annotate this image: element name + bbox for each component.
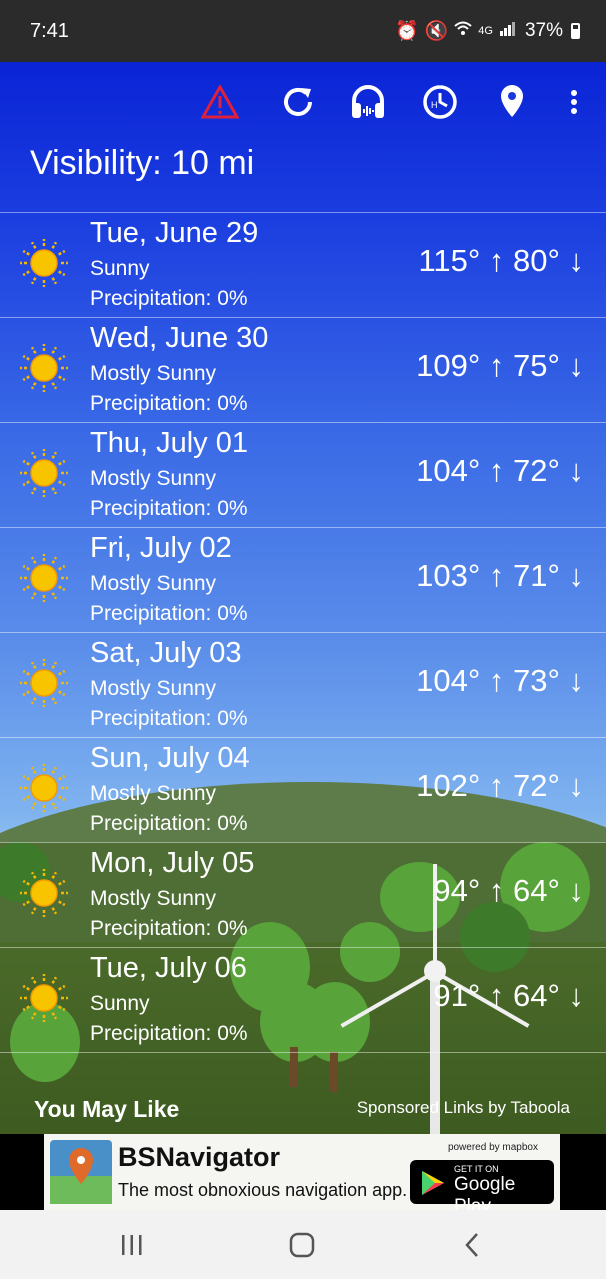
forecast-temps: 103° ↑ 71° ↓: [416, 558, 584, 593]
forecast-row[interactable]: Tue, July 06 Sunny Precipitation: 0% 91° ↑ …: [0, 948, 606, 1053]
more-vert-icon[interactable]: [552, 80, 596, 124]
forecast-temps: 109° ↑ 75° ↓: [416, 348, 584, 383]
forecast-temps: 104° ↑ 73° ↓: [416, 663, 584, 698]
forecast-day: Wed, June 30: [90, 322, 269, 354]
forecast-condition: Mostly Sunny: [90, 782, 217, 805]
sunny-icon: [18, 552, 70, 604]
visibility-label: Visibility: 10 mi: [30, 144, 255, 182]
system-nav-bar: [0, 1210, 606, 1279]
forecast-day: Tue, July 06: [90, 952, 247, 984]
signal-icon: [499, 20, 517, 42]
store-big-label: Google Play: [454, 1174, 516, 1210]
forecast-list: Tue, June 29 Sunny Precipitation: 0% 115° ↑…: [0, 212, 606, 1053]
location-icon[interactable]: [490, 80, 534, 124]
ad-content[interactable]: BSNavigator The most obnoxious navigatio…: [44, 1134, 560, 1210]
forecast-day: Sat, July 03: [90, 637, 242, 669]
status-icons: ⏰ 🔇 4G: [395, 19, 517, 43]
status-indicators: ⏰ 🔇 4G 37%: [395, 19, 580, 43]
forecast-condition: Mostly Sunny: [90, 467, 217, 490]
forecast-condition: Mostly Sunny: [90, 677, 217, 700]
headphones-icon[interactable]: [346, 80, 390, 124]
alarm-icon: ⏰: [394, 21, 419, 42]
refresh-icon[interactable]: [276, 80, 320, 124]
forecast-temps: 91° ↑ 64° ↓: [433, 978, 584, 1013]
forecast-precipitation: Precipitation: 0%: [90, 497, 248, 520]
store-small-label: GET IT ON: [454, 1164, 499, 1174]
forecast-temps: 115° ↑ 80° ↓: [418, 243, 584, 278]
sunny-icon: [18, 867, 70, 919]
forecast-condition: Mostly Sunny: [90, 362, 217, 385]
forecast-condition: Mostly Sunny: [90, 572, 217, 595]
forecast-row[interactable]: Sun, July 04 Mostly Sunny Precipitation: 0…: [0, 738, 606, 843]
battery-icon: [571, 23, 580, 39]
battery-percent: 37%: [524, 20, 563, 41]
forecast-temps: 104° ↑ 72° ↓: [416, 453, 584, 488]
ad-title: BSNavigator: [118, 1142, 281, 1172]
weather-app: H Visibility: 10 mi Tue, June 29 Sunny Pre…: [0, 62, 606, 1134]
back-icon[interactable]: [452, 1228, 492, 1262]
forecast-day: Mon, July 05: [90, 847, 255, 879]
forecast-precipitation: Precipitation: 0%: [90, 602, 248, 625]
google-play-icon: [422, 1171, 444, 1195]
recommendations-header: You May Like Sponsored Links by Taboola: [0, 1084, 606, 1134]
forecast-condition: Sunny: [90, 992, 150, 1015]
you-may-like-label: You May Like: [34, 1096, 180, 1122]
alert-icon[interactable]: [198, 80, 242, 124]
sunny-icon: [18, 447, 70, 499]
forecast-condition: Mostly Sunny: [90, 887, 217, 910]
forecast-temps: 102° ↑ 72° ↓: [416, 768, 584, 803]
ad-app-logo: [50, 1140, 112, 1204]
forecast-condition: Sunny: [90, 257, 150, 280]
forecast-precipitation: Precipitation: 0%: [90, 392, 248, 415]
sponsored-links-label[interactable]: Sponsored Links by Taboola: [357, 1098, 570, 1118]
toolbar: H: [0, 76, 606, 132]
history-icon[interactable]: H: [418, 80, 462, 124]
forecast-temps: 94° ↑ 64° ↓: [433, 873, 584, 908]
forecast-day: Fri, July 02: [90, 532, 232, 564]
forecast-precipitation: Precipitation: 0%: [90, 287, 248, 310]
background-trunk: [290, 1047, 298, 1087]
ad-powered-by: powered by mapbox: [447, 1142, 538, 1153]
network-type-label: 4G: [478, 25, 493, 37]
home-icon[interactable]: [282, 1228, 322, 1262]
forecast-row[interactable]: Sat, July 03 Mostly Sunny Precipitation: 0…: [0, 633, 606, 738]
forecast-row[interactable]: Fri, July 02 Mostly Sunny Precipitation: 0…: [0, 528, 606, 633]
forecast-row[interactable]: Wed, June 30 Mostly Sunny Precipitation: 0…: [0, 318, 606, 423]
google-play-button[interactable]: GET IT ON Google Play: [410, 1160, 554, 1210]
forecast-row[interactable]: Mon, July 05 Mostly Sunny Precipitation: 0…: [0, 843, 606, 948]
svg-text:H: H: [431, 100, 438, 110]
sunny-icon: [18, 972, 70, 1024]
mute-icon: 🔇: [424, 21, 449, 42]
forecast-precipitation: Precipitation: 0%: [90, 812, 248, 835]
sunny-icon: [18, 342, 70, 394]
status-bar: 7:41 ⏰ 🔇 4G 37%: [0, 0, 606, 62]
ad-subtitle: The most obnoxious navigation app.: [118, 1180, 408, 1200]
forecast-row[interactable]: Tue, June 29 Sunny Precipitation: 0% 115° ↑…: [0, 213, 606, 318]
forecast-row[interactable]: Thu, July 01 Mostly Sunny Precipitation: 0…: [0, 423, 606, 528]
ad-banner[interactable]: BSNavigator The most obnoxious navigatio…: [0, 1134, 606, 1210]
forecast-precipitation: Precipitation: 0%: [90, 1022, 248, 1045]
sunny-icon: [18, 237, 70, 289]
forecast-precipitation: Precipitation: 0%: [90, 917, 248, 940]
forecast-day: Sun, July 04: [90, 742, 250, 774]
sunny-icon: [18, 657, 70, 709]
sunny-icon: [18, 762, 70, 814]
forecast-precipitation: Precipitation: 0%: [90, 707, 248, 730]
status-time: 7:41: [30, 19, 69, 42]
recent-apps-icon[interactable]: [112, 1228, 152, 1262]
forecast-day: Thu, July 01: [90, 427, 248, 459]
wifi-icon: [454, 20, 472, 42]
forecast-day: Tue, June 29: [90, 217, 259, 249]
